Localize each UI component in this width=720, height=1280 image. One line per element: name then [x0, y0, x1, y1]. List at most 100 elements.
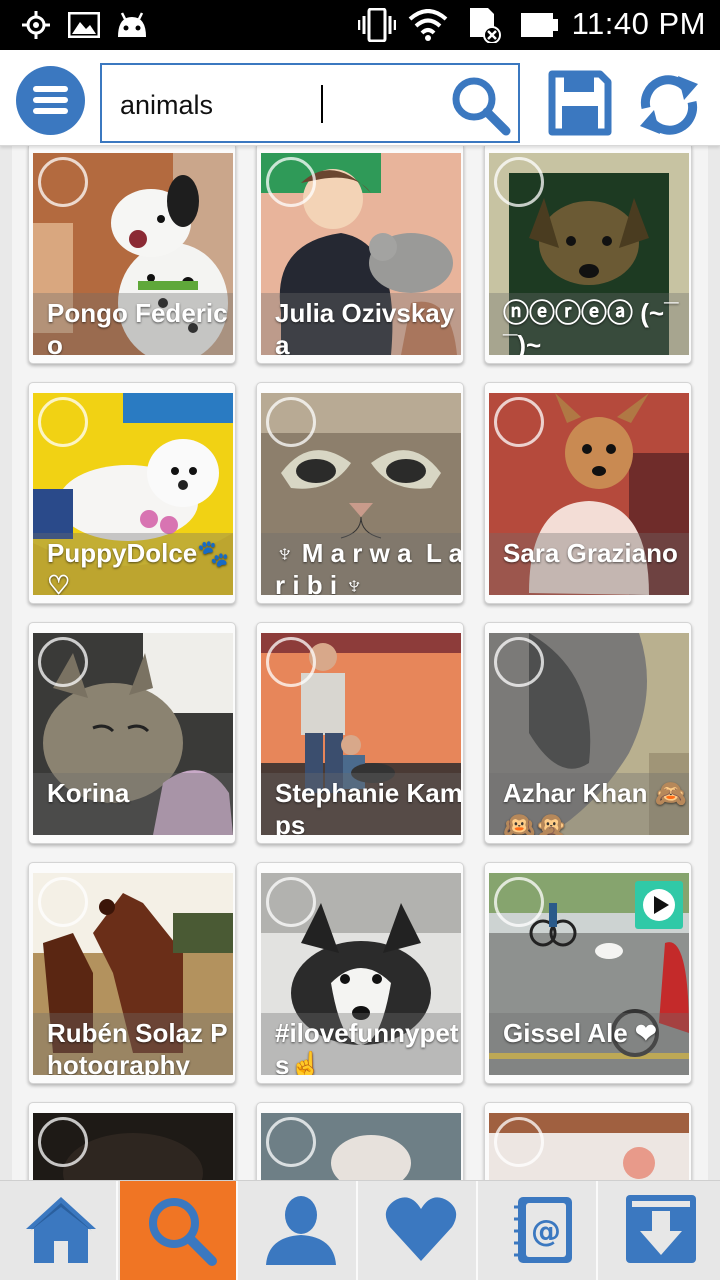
result-card[interactable]: Julia Ozivskaya	[256, 146, 464, 364]
status-bar: 11:40 PM	[0, 0, 720, 50]
select-checkbox[interactable]	[494, 637, 544, 687]
nav-likes[interactable]	[360, 1181, 478, 1280]
caption-overlay: PuppyDolce🐾 ♡	[33, 533, 233, 595]
heart-icon	[385, 1197, 457, 1261]
author-name: PuppyDolce🐾 ♡	[47, 538, 230, 595]
address-book-icon: @	[514, 1197, 572, 1263]
gps-icon	[22, 11, 50, 39]
clock: 11:40 PM	[571, 6, 706, 41]
nav-contacts[interactable]: @	[480, 1181, 598, 1280]
author-name: Stephanie Kamps	[275, 778, 461, 835]
wifi-icon	[408, 9, 448, 41]
select-checkbox[interactable]	[266, 877, 316, 927]
caption-overlay: ♆ M a r w a L a r i b i ♆	[261, 533, 461, 595]
select-checkbox[interactable]	[38, 157, 88, 207]
refresh-icon[interactable]	[636, 74, 702, 136]
select-checkbox[interactable]	[266, 157, 316, 207]
text-cursor	[321, 85, 323, 123]
search-icon	[149, 1198, 217, 1266]
result-card[interactable]	[256, 1102, 464, 1180]
caption-overlay: Stephanie Kamps	[261, 773, 461, 835]
result-card[interactable]: ⓝⓔⓡⓔⓐ (~¯¯)~	[484, 146, 692, 364]
nav-profile[interactable]	[240, 1181, 358, 1280]
select-checkbox[interactable]	[494, 1117, 544, 1167]
girl-and-cat-photo[interactable]: Julia Ozivskaya	[261, 153, 461, 355]
chihuahua-photo[interactable]: Sara Graziano	[489, 393, 689, 595]
select-checkbox[interactable]	[38, 637, 88, 687]
result-card[interactable]: PuppyDolce🐾 ♡	[28, 382, 236, 604]
caption-overlay: #ilovefunnypets☝	[261, 1013, 461, 1075]
maltese-photo[interactable]: PuppyDolce🐾 ♡	[33, 393, 233, 595]
author-name: #ilovefunnypets☝	[275, 1018, 459, 1075]
cat-closeup-photo[interactable]: ♆ M a r w a L a r i b i ♆	[261, 393, 461, 595]
husky-photo[interactable]: #ilovefunnypets☝	[261, 873, 461, 1075]
street-dog-photo[interactable]: Gissel Ale ❤	[489, 873, 689, 1075]
caption-overlay: Korina	[33, 773, 233, 835]
author-name: ♆ M a r w a L a r i b i ♆	[275, 538, 461, 595]
dalmatian-photo[interactable]: Pongo Federico	[33, 153, 233, 355]
image-icon	[68, 12, 100, 38]
author-name: Sara Graziano	[503, 538, 678, 568]
dark-dog-photo[interactable]	[33, 1113, 233, 1180]
caption-overlay: Pongo Federico	[33, 293, 233, 355]
video-play-icon	[635, 881, 683, 929]
author-name: Rubén Solaz Photography	[47, 1018, 228, 1075]
caption-overlay: Azhar Khan 🙈🙉🙊	[489, 773, 689, 835]
author-name: Julia Ozivskaya	[275, 298, 455, 355]
caption-overlay: ⓝⓔⓡⓔⓐ (~¯¯)~	[489, 293, 689, 355]
select-checkbox[interactable]	[494, 877, 544, 927]
nav-home[interactable]	[0, 1181, 118, 1280]
caption-overlay: Julia Ozivskaya	[261, 293, 461, 355]
floppy-disk-icon[interactable]	[548, 70, 612, 136]
user-icon	[266, 1196, 336, 1265]
result-card[interactable]: Sara Graziano	[484, 382, 692, 604]
author-name: ⓝⓔⓡⓔⓐ (~¯¯)~	[503, 298, 679, 355]
caption-overlay: Sara Graziano	[489, 533, 689, 595]
home-icon	[26, 1197, 96, 1263]
author-name: Azhar Khan 🙈🙉🙊	[503, 778, 688, 835]
nav-downloads[interactable]	[600, 1181, 718, 1280]
caption-overlay: Rubén Solaz Photography	[33, 1013, 233, 1075]
author-name: Gissel Ale ❤	[503, 1018, 657, 1048]
result-card[interactable]: Stephanie Kamps	[256, 622, 464, 844]
select-checkbox[interactable]	[38, 1117, 88, 1167]
result-card[interactable]: Azhar Khan 🙈🙉🙊	[484, 622, 692, 844]
select-checkbox[interactable]	[38, 877, 88, 927]
select-checkbox[interactable]	[266, 397, 316, 447]
select-checkbox[interactable]	[494, 157, 544, 207]
result-card[interactable]: Rubén Solaz Photography	[28, 862, 236, 1084]
select-checkbox[interactable]	[266, 1117, 316, 1167]
result-card[interactable]: Gissel Ale ❤	[484, 862, 692, 1084]
tabby-cat-photo[interactable]: Korina	[33, 633, 233, 835]
menu-button[interactable]	[16, 66, 85, 135]
elephant-photo[interactable]: Azhar Khan 🙈🙉🙊	[489, 633, 689, 835]
author-name: Pongo Federico	[47, 298, 228, 355]
select-checkbox[interactable]	[266, 637, 316, 687]
result-card[interactable]	[484, 1102, 692, 1180]
select-checkbox[interactable]	[38, 397, 88, 447]
results-grid[interactable]: Pongo Federico Julia Ozivskaya ⓝⓔⓡⓔⓐ (~¯¯)…	[0, 146, 720, 1180]
vibrate-icon	[358, 8, 396, 42]
result-card[interactable]: Korina	[28, 622, 236, 844]
svg-text:@: @	[531, 1214, 561, 1249]
result-card[interactable]: #ilovefunnypets☝	[256, 862, 464, 1084]
man-and-child-photo[interactable]: Stephanie Kamps	[261, 633, 461, 835]
horses-photo[interactable]: Rubén Solaz Photography	[33, 873, 233, 1075]
result-card[interactable]: Pongo Federico	[28, 146, 236, 364]
caption-overlay: Gissel Ale ❤	[489, 1013, 689, 1075]
sd-card-icon	[470, 8, 501, 43]
drawing-photo[interactable]	[489, 1113, 689, 1180]
search-icon[interactable]	[448, 73, 512, 137]
result-card[interactable]	[28, 1102, 236, 1180]
app-bar	[0, 50, 720, 146]
search-box[interactable]	[100, 63, 520, 143]
bottom-nav: @	[0, 1180, 720, 1280]
battery-icon	[521, 13, 558, 37]
search-input[interactable]	[120, 87, 440, 123]
select-checkbox[interactable]	[494, 397, 544, 447]
dog-photo[interactable]: ⓝⓔⓡⓔⓐ (~¯¯)~	[489, 153, 689, 355]
download-icon	[626, 1195, 696, 1263]
nav-search[interactable]	[120, 1181, 238, 1280]
blurry-cat-photo[interactable]	[261, 1113, 461, 1180]
result-card[interactable]: ♆ M a r w a L a r i b i ♆	[256, 382, 464, 604]
